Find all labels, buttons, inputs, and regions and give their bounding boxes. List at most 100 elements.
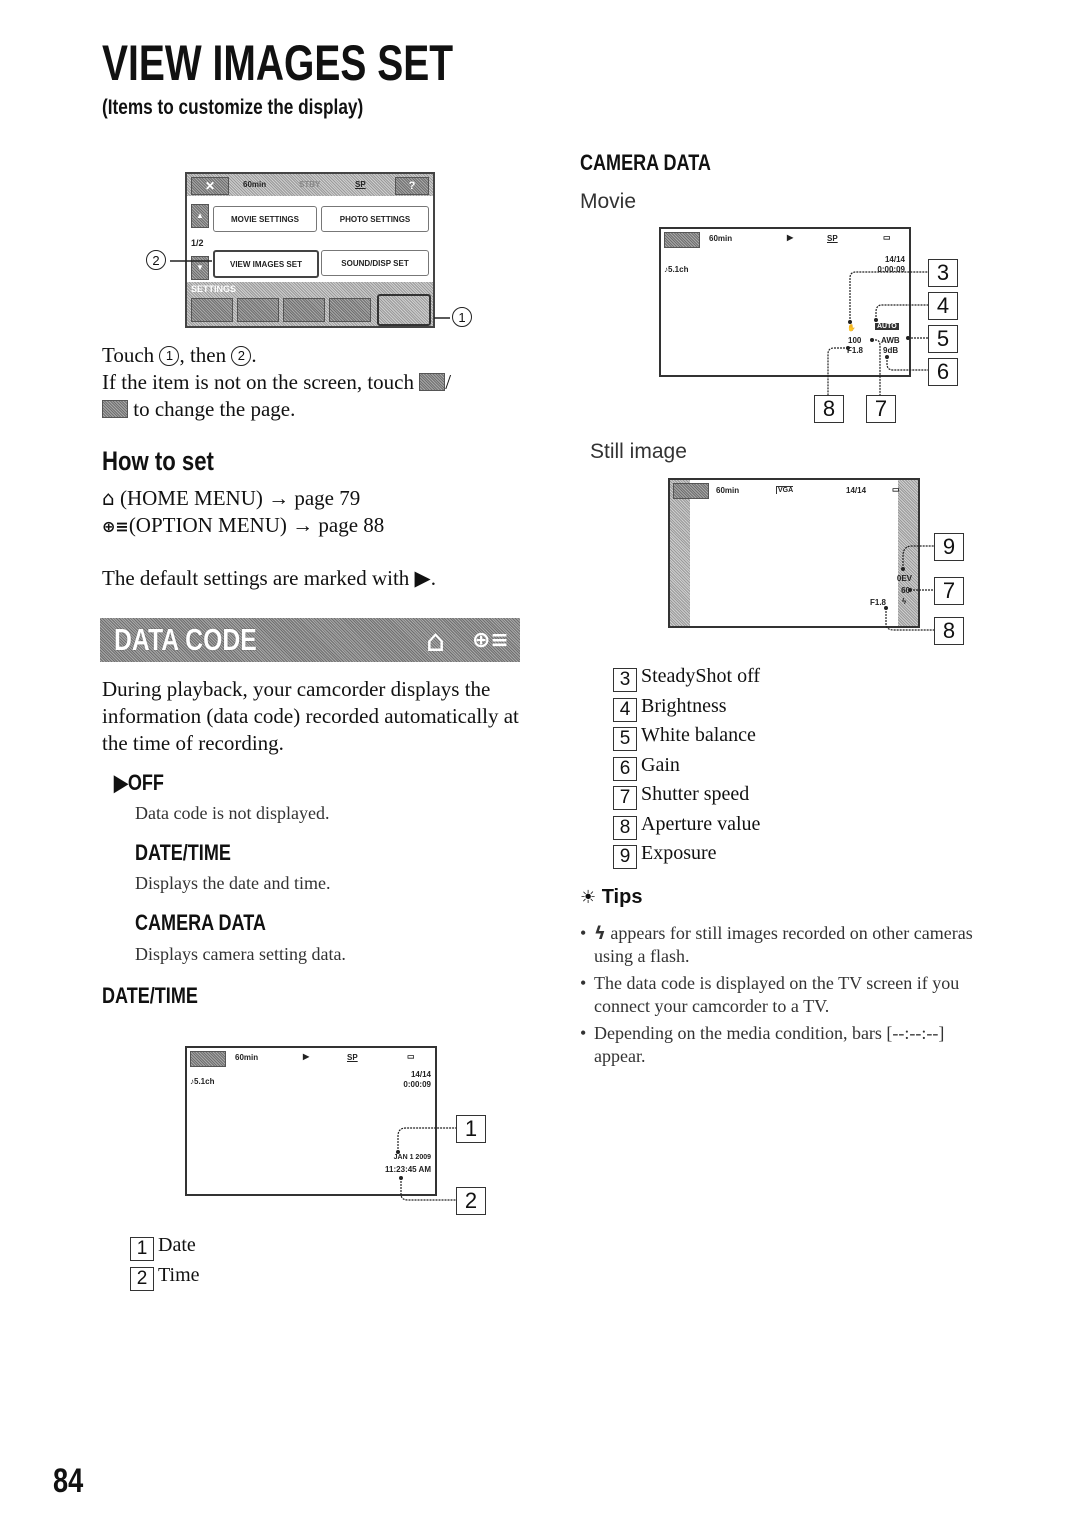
- audio-indicator: ♪5.1ch: [190, 1077, 215, 1086]
- date-readout: JAN 1 2009: [393, 1154, 431, 1161]
- how-to-set-heading: How to set: [102, 446, 214, 476]
- time-readout: 11:23:45 AM: [385, 1165, 431, 1174]
- movie-label: Movie: [580, 190, 637, 213]
- sound-disp-set-button[interactable]: SOUND/DISP SET: [321, 250, 429, 276]
- legend-item: 7 Shutter speed: [613, 783, 760, 813]
- datetime-callout-lines: [396, 1127, 456, 1201]
- shutter-speed: 60: [901, 586, 910, 595]
- category-tab-edit[interactable]: [329, 298, 371, 322]
- audio-indicator: ♪5.1ch: [664, 265, 689, 274]
- legend-item: 2 Time: [130, 1264, 200, 1294]
- movie-camera-data-screen: 60min ▶ SP ▭ ♪5.1ch 14/14 0:00:09 ✋ AUTO…: [659, 227, 911, 377]
- movie-settings-button[interactable]: MOVIE SETTINGS: [213, 206, 317, 232]
- page-title: VIEW IMAGES SET: [102, 35, 454, 91]
- option-off-label: ▶OFF: [114, 770, 164, 795]
- datetime-heading: DATE/TIME: [102, 983, 198, 1008]
- circle-2-ref: 2: [231, 345, 252, 366]
- tip-item: The data code is displayed on the TV scr…: [580, 972, 1000, 1018]
- counter: 14/14: [846, 486, 867, 495]
- home-icon: ⌂: [102, 486, 115, 510]
- scroll-up-icon: [419, 373, 446, 391]
- legend-item: 3 SteadyShot off: [613, 665, 760, 695]
- scroll-down-button[interactable]: ▼: [191, 256, 209, 280]
- datetime-legend: 1 Date 2 Time: [130, 1234, 200, 1293]
- callout-box-8: 8: [814, 395, 844, 423]
- playback-button: [190, 1051, 226, 1067]
- view-images-set-button[interactable]: VIEW IMAGES SET: [213, 250, 319, 278]
- callout-box-2: 2: [456, 1187, 486, 1215]
- gain: 9dB: [883, 346, 899, 355]
- white-balance: AWB: [881, 336, 900, 345]
- standby-indicator: STBY: [299, 180, 321, 189]
- photo-settings-button[interactable]: PHOTO SETTINGS: [321, 206, 429, 232]
- how-to-set-list: ⌂ (HOME MENU) → page 79 ⊕≡(OPTION MENU) …: [102, 485, 522, 592]
- aperture: F1.8: [847, 346, 864, 355]
- category-tab-view[interactable]: [283, 298, 325, 322]
- page-number: 84: [53, 1462, 84, 1500]
- play-indicator-icon: ▶: [787, 233, 794, 242]
- callout-box-9: 9: [934, 533, 964, 561]
- aperture: F1.8: [870, 598, 887, 607]
- category-tab-manual[interactable]: [191, 298, 233, 322]
- still-callout-lines: [884, 545, 934, 631]
- shutter-speed: 100: [848, 336, 862, 345]
- playback-button: [664, 232, 700, 248]
- battery-icon: ▭: [892, 485, 900, 494]
- counter: 14/14: [410, 1070, 431, 1079]
- exposure-value: 0EV: [896, 574, 912, 583]
- battery-remaining: 60min: [235, 1053, 259, 1062]
- legend-item: 9 Exposure: [613, 842, 760, 872]
- settings-menu-screen: ✕ 60min STBY SP ? ▲ 1/2 ▼ MOVIE SETTINGS…: [185, 172, 435, 328]
- callout-box-7: 7: [866, 395, 896, 423]
- camera-data-legend: 3 SteadyShot off 4 Brightness 5 White balan…: [613, 665, 760, 872]
- steadyshot-off-icon: ✋: [847, 325, 856, 332]
- counter: 14/14: [884, 255, 905, 264]
- still-image-label: Still image: [590, 440, 687, 463]
- option-menu-icon: ⊕≡: [472, 628, 509, 653]
- home-menu-icon: ⌂: [426, 624, 446, 659]
- legend-item: 1 Date: [130, 1234, 200, 1264]
- quality-indicator: SP: [347, 1053, 358, 1062]
- callout-box-5: 5: [928, 325, 958, 353]
- camera-data-heading: CAMERA DATA: [580, 150, 711, 175]
- datetime-screen: 60min ▶ SP ▭ ♪5.1ch 14/14 0:00:09 JAN 1 …: [185, 1046, 437, 1196]
- image-size: VGA: [776, 486, 794, 494]
- time-code: 0:00:09: [877, 265, 905, 274]
- close-button[interactable]: ✕: [191, 177, 229, 195]
- option-datetime-label: DATE/TIME: [135, 840, 231, 865]
- flash-icon: ϟ: [902, 597, 907, 606]
- flash-icon: ϟ: [594, 923, 606, 944]
- page-indicator: 1/2: [191, 238, 204, 248]
- movie-callout-lines: [827, 271, 928, 395]
- tip-item: ϟ appears for still images recorded on o…: [580, 922, 1000, 968]
- lightbulb-icon: ☀: [580, 887, 597, 908]
- page-subtitle: (Items to customize the display): [102, 96, 364, 119]
- callout-box-3: 3: [928, 259, 958, 287]
- battery-remaining: 60min: [709, 234, 733, 243]
- tips-list: ϟ appears for still images recorded on o…: [580, 922, 1000, 1072]
- legend-item: 4 Brightness: [613, 695, 760, 725]
- circle-1-ref: 1: [159, 345, 180, 366]
- category-tab-settings[interactable]: [377, 294, 431, 326]
- legend-item: 8 Aperture value: [613, 813, 760, 843]
- quality-indicator: SP: [827, 234, 838, 243]
- data-code-banner: DATA CODE ⌂ ⊕≡: [100, 618, 520, 662]
- callout-box-4: 4: [928, 292, 958, 320]
- option-off-desc: Data code is not displayed.: [135, 803, 330, 823]
- option-camera-data-desc: Displays camera setting data.: [135, 944, 346, 964]
- battery-icon: ▭: [407, 1052, 415, 1061]
- still-camera-data-screen: 60min VGA 14/14 ▭ 0EV 60 F1.8 ϟ: [668, 478, 920, 628]
- option-datetime-desc: Displays the date and time.: [135, 873, 331, 893]
- legend-item: 6 Gain: [613, 754, 760, 784]
- legend-item: 5 White balance: [613, 724, 760, 754]
- callout-box-7-still: 7: [934, 577, 964, 605]
- help-button[interactable]: ?: [395, 177, 429, 195]
- home-menu-ref: ⌂ (HOME MENU) → page 79: [102, 486, 361, 510]
- callout-box-1: 1: [456, 1115, 486, 1143]
- option-menu-ref: ⊕≡(OPTION MENU) → page 88: [102, 513, 385, 537]
- quality-indicator: SP: [355, 180, 366, 189]
- callout-box-6: 6: [928, 358, 958, 386]
- category-tab-shooting[interactable]: [237, 298, 279, 322]
- scroll-up-button[interactable]: ▲: [191, 204, 209, 228]
- play-indicator-icon: ▶: [303, 1052, 310, 1061]
